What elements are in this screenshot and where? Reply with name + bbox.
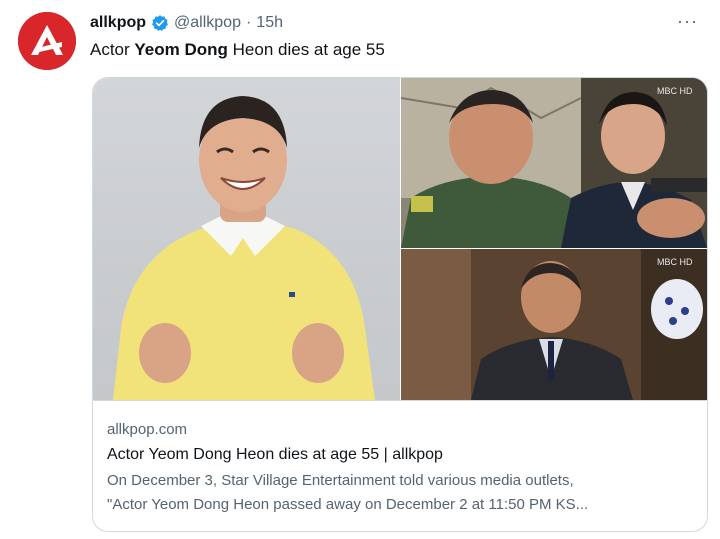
timestamp[interactable]: 15h	[256, 14, 283, 32]
separator-dot: ·	[245, 14, 252, 31]
photo-main	[93, 78, 400, 400]
avatar[interactable]	[18, 12, 76, 70]
card-info[interactable]: allkpop.com Actor Yeom Dong Heon dies at…	[93, 400, 707, 513]
card-title: Actor Yeom Dong Heon dies at age 55 | al…	[107, 446, 443, 463]
watermark-bottom: MBC HD	[657, 257, 693, 267]
tweet-text: Actor Yeom Dong Heon dies at age 55	[90, 40, 385, 60]
tweet-header: allkpop @allkpop · 15h	[90, 12, 283, 34]
allkpop-logo-icon	[18, 12, 76, 70]
author-name[interactable]: allkpop	[90, 14, 146, 32]
photo-scene-top: MBC HD	[401, 78, 707, 248]
tweet-text-bold: Yeom Dong	[134, 40, 228, 59]
link-preview-card[interactable]: MBC HD MBC HD allkpop.com Actor Yeom Don…	[92, 77, 708, 532]
photo-scene-bottom: MBC HD	[401, 249, 707, 400]
card-domain: allkpop.com	[107, 421, 188, 438]
card-description-line2: "Actor Yeom Dong Heon passed away on Dec…	[107, 496, 589, 513]
author-handle[interactable]: @allkpop	[174, 14, 241, 32]
more-options-icon[interactable]: ···	[677, 12, 698, 30]
tweet-text-prefix: Actor	[90, 40, 135, 59]
card-description-line1: On December 3, Star Village Entertainmen…	[107, 472, 574, 489]
card-media[interactable]: MBC HD MBC HD	[93, 78, 707, 400]
verified-badge-icon	[151, 14, 169, 32]
tweet-text-suffix: Heon dies at age 55	[227, 40, 385, 59]
watermark-top: MBC HD	[657, 86, 693, 96]
